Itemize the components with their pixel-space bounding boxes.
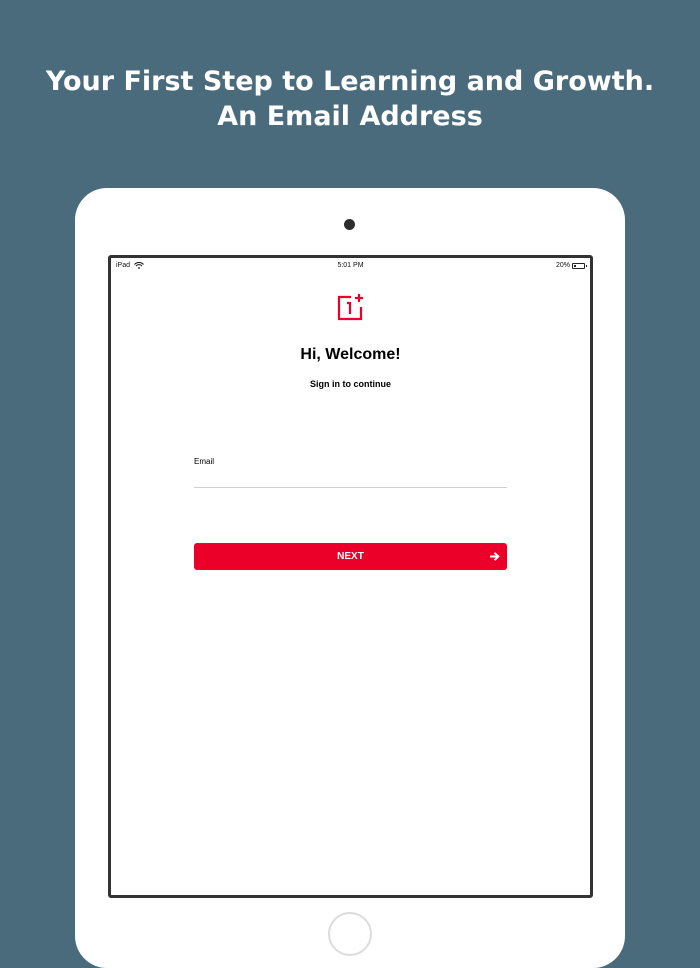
email-field[interactable] xyxy=(194,470,507,488)
headline-line-1: Your First Step to Learning and Growth. xyxy=(45,66,655,97)
camera-icon xyxy=(344,219,355,230)
ipad-device-frame: iPad 5:01 PM 20% Hi, Welcome! Sign in to… xyxy=(75,188,625,968)
welcome-title: Hi, Welcome! xyxy=(300,346,401,363)
status-time: 5:01 PM xyxy=(337,262,364,269)
battery-percent: 20% xyxy=(555,262,570,269)
arrow-right-icon xyxy=(490,552,500,561)
home-button[interactable] xyxy=(328,912,372,956)
promo-headline: Your First Step to Learning and Growth. … xyxy=(0,64,700,134)
email-label: Email xyxy=(194,457,215,466)
oneplus-logo-icon xyxy=(337,294,363,321)
next-button-label: NEXT xyxy=(337,551,364,562)
welcome-subtitle: Sign in to continue xyxy=(310,379,391,389)
status-bar: iPad 5:01 PM 20% xyxy=(111,258,590,274)
battery-icon xyxy=(572,262,587,269)
status-bar-right: 20% xyxy=(555,262,587,269)
headline-line-2: An Email Address xyxy=(217,101,483,132)
next-button[interactable]: NEXT xyxy=(194,543,507,570)
app-screen: iPad 5:01 PM 20% Hi, Welcome! Sign in to… xyxy=(108,255,593,898)
